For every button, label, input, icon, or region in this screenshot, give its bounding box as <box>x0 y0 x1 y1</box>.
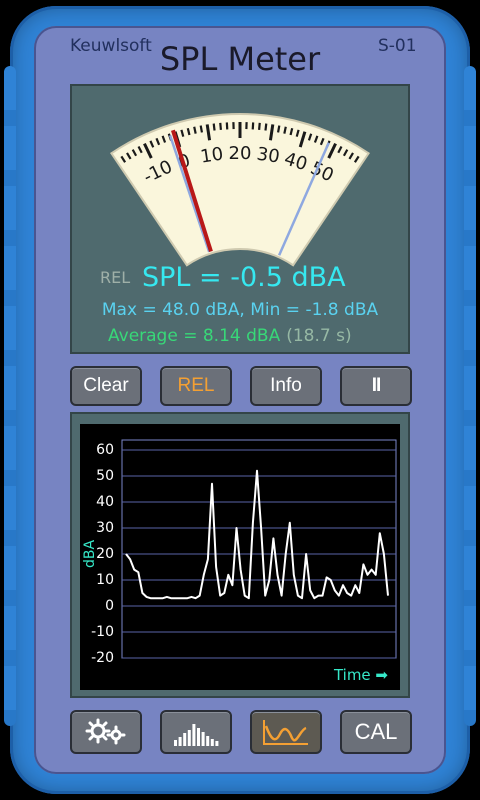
meter-tick <box>276 125 281 133</box>
clear-button[interactable]: Clear <box>70 366 142 406</box>
y-tick-label: 40 <box>96 494 114 510</box>
graph-button[interactable] <box>250 710 322 754</box>
spectrum-bar <box>178 737 182 746</box>
spectrum-bar <box>201 732 205 746</box>
y-tick-label: -20 <box>91 650 114 666</box>
y-tick-label: 60 <box>96 442 114 458</box>
settings-button[interactable] <box>70 710 142 754</box>
rel-indicator: REL <box>100 268 131 287</box>
spectrum-bar <box>206 736 210 746</box>
spectrum-bar <box>174 740 177 746</box>
info-button[interactable]: Info <box>250 366 322 406</box>
cal-button[interactable]: CAL <box>340 710 412 754</box>
spl-time-chart: 60 50 40 30 20 10 0 -10 -20 dBA Time ➡ <box>80 424 400 690</box>
meter-scale-label: 30 <box>255 144 281 168</box>
meter-scale-label: 20 <box>229 143 252 164</box>
pause-button[interactable]: II <box>340 366 412 406</box>
gears-icon <box>85 718 126 745</box>
meter-tick <box>199 125 204 133</box>
line-graph-icon <box>263 720 308 745</box>
analog-meter: -1001020304050 <box>109 113 371 267</box>
y-tick-label: 10 <box>96 572 114 588</box>
spectrum-bar <box>192 724 196 746</box>
meter-tick <box>258 122 261 130</box>
y-tick-label: 0 <box>105 598 114 614</box>
y-tick-label: 30 <box>96 520 114 536</box>
meter-scale-label: 10 <box>199 144 225 168</box>
spl-readout: SPL = -0.5 dBA <box>142 262 346 293</box>
meter-tick <box>212 123 216 131</box>
y-tick-label: -10 <box>91 624 114 640</box>
spectrum-bar <box>210 739 214 746</box>
spectrum-bar <box>197 728 200 746</box>
rel-button[interactable]: REL <box>160 366 232 406</box>
duration-value: (18.7 s) <box>286 326 352 346</box>
spectrum-button[interactable] <box>160 710 232 754</box>
model-label: S-01 <box>378 36 417 56</box>
x-axis-label: Time ➡ <box>333 666 388 684</box>
max-min-readout: Max = 48.0 dBA, Min = -1.8 dBA <box>101 300 379 320</box>
spectrum-bar <box>187 730 191 746</box>
meter-tick <box>193 126 197 134</box>
spectrum-bar <box>183 733 187 746</box>
spectrum-bar <box>215 741 219 746</box>
y-tick-label: 20 <box>96 546 114 562</box>
meter-tick <box>219 122 222 130</box>
average-value: Average = 8.14 dBA <box>108 326 281 346</box>
bar-spectrum-icon <box>174 724 219 746</box>
y-axis-label: dBA <box>82 540 98 568</box>
meter-tick <box>264 123 268 131</box>
meter-tick <box>283 126 287 134</box>
y-tick-label: 50 <box>96 468 114 484</box>
average-readout: Average = 8.14 dBA (18.7 s) <box>108 326 352 346</box>
